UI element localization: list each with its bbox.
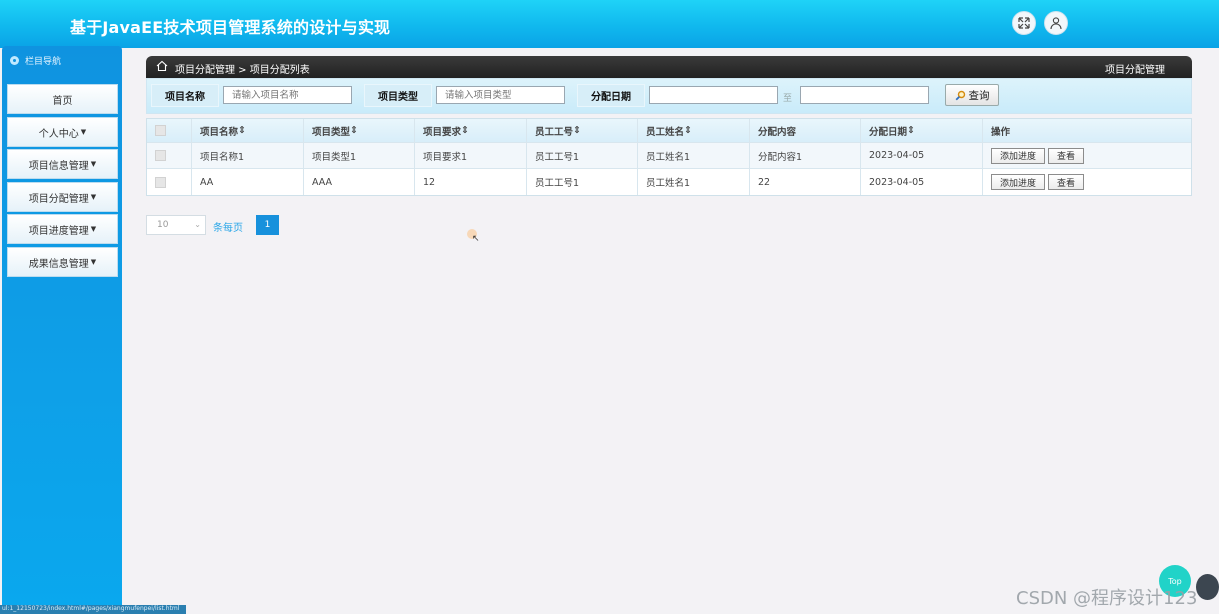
- sidebar-item-label: 项目信息管理: [28, 160, 89, 172]
- sidebar-item-project-progress[interactable]: 项目进度管理 ▼: [7, 214, 118, 244]
- cell-project-type: 项目类型1: [304, 143, 415, 168]
- cell-project-name: AA: [192, 169, 304, 195]
- table-header-row: 项目名称 ⇕ 项目类型 ⇕ 项目要求 ⇕ 员工工号 ⇕ 员工姓名 ⇕ 分配内容 分配日期 ⇕…: [147, 119, 1191, 143]
- sidebar-item-label: 个人中心: [38, 128, 79, 140]
- view-button[interactable]: 查看: [1048, 147, 1085, 164]
- sidebar-item-label: 首页: [52, 95, 73, 107]
- assign-date-label: 分配日期: [577, 84, 645, 107]
- date-start-input[interactable]: [649, 86, 778, 104]
- cell-actions: 添加进度 查看: [983, 169, 1191, 195]
- column-header-label: 操作: [991, 126, 1011, 138]
- page-title: 项目分配管理: [1105, 65, 1165, 76]
- user-avatar-icon: [1050, 17, 1062, 30]
- cell-project-req: 项目要求1: [415, 143, 527, 168]
- column-header-label: 项目类型: [312, 126, 351, 138]
- caret-down-icon: ▼: [90, 193, 97, 201]
- cell-project-type: AAA: [304, 169, 415, 195]
- page-number-button[interactable]: 1: [256, 215, 279, 235]
- select-all-checkbox[interactable]: [155, 125, 166, 136]
- date-to-label: 至: [783, 94, 793, 104]
- column-header[interactable]: 项目要求 ⇕: [415, 119, 527, 142]
- sidebar-heading: 栏目导航: [10, 54, 61, 67]
- caret-down-icon: ▼: [80, 128, 87, 136]
- project-name-label: 项目名称: [151, 84, 219, 107]
- breadcrumb-bar: 项目分配管理 > 项目分配列表 项目分配管理: [146, 56, 1192, 78]
- fullscreen-button[interactable]: [1012, 11, 1036, 35]
- row-select-cell: [147, 169, 192, 195]
- project-name-input[interactable]: [223, 86, 352, 104]
- search-filter-bar: 项目名称 项目类型 分配日期 至 查询: [146, 78, 1192, 114]
- nav-dot-icon: [10, 56, 19, 65]
- cell-emp-name: 员工姓名1: [638, 169, 750, 195]
- cell-content: 22: [750, 169, 861, 195]
- home-icon[interactable]: [156, 60, 168, 72]
- app-title: 基于JavaEE技术项目管理系统的设计与实现: [70, 18, 391, 37]
- cell-project-name: 项目名称1: [192, 143, 304, 168]
- sidebar-item-personal-center[interactable]: 个人中心 ▼: [7, 117, 118, 147]
- column-header[interactable]: 员工工号 ⇕: [527, 119, 638, 142]
- caret-down-icon: ▼: [90, 160, 97, 168]
- top-header: 基于JavaEE技术项目管理系统的设计与实现: [0, 0, 1219, 48]
- watermark: CSDN @程序设计123: [1016, 588, 1198, 609]
- view-button[interactable]: 查看: [1048, 174, 1085, 190]
- cell-emp-name: 员工姓名1: [638, 143, 750, 168]
- sidebar: 栏目导航 首页 个人中心 ▼ 项目信息管理 ▼ 项目分配管理 ▼ 项目进度管理 ▼ 成果…: [2, 46, 122, 614]
- sidebar-item-label: 成果信息管理: [28, 258, 89, 270]
- column-header-label: 分配内容: [758, 126, 797, 138]
- caret-down-icon: ▼: [90, 225, 97, 233]
- row-select-cell: [147, 143, 192, 168]
- column-header: 操作: [983, 119, 1191, 142]
- row-checkbox[interactable]: [155, 150, 166, 161]
- column-header-label: 项目名称: [200, 126, 239, 138]
- expand-arrows-icon: [1018, 17, 1030, 29]
- row-checkbox[interactable]: [155, 176, 166, 188]
- sidebar-heading-label: 栏目导航: [25, 57, 62, 67]
- status-bar-url: ul:1_12150723/index.html#/pages/xiangmuf…: [0, 605, 186, 614]
- project-type-label: 项目类型: [364, 84, 432, 107]
- sidebar-item-label: 项目分配管理: [28, 193, 89, 205]
- column-header: 分配内容: [750, 119, 861, 142]
- sidebar-item-home[interactable]: 首页: [7, 84, 118, 114]
- project-type-input[interactable]: [436, 86, 565, 104]
- mouse-cursor-icon: ↖: [472, 234, 480, 244]
- page-size-select[interactable]: 10 ⌄: [146, 215, 206, 235]
- cell-project-req: 12: [415, 169, 527, 195]
- add-progress-button[interactable]: 添加进度: [991, 147, 1046, 164]
- query-button-label: 查询: [968, 89, 990, 102]
- cell-content: 分配内容1: [750, 143, 861, 168]
- column-header[interactable]: 分配日期 ⇕: [861, 119, 983, 142]
- sidebar-item-project-info[interactable]: 项目信息管理 ▼: [7, 149, 118, 179]
- breadcrumb: 项目分配管理 > 项目分配列表: [175, 65, 310, 76]
- sidebar-item-label: 项目进度管理: [28, 225, 89, 237]
- column-header-label: 员工工号: [535, 126, 574, 138]
- chevron-down-icon: ⌄: [194, 220, 201, 229]
- sidebar-item-project-assignment[interactable]: 项目分配管理 ▼: [7, 182, 118, 212]
- table-row: AA AAA 12 员工工号1 员工姓名1 22 2023-04-05 添加进度…: [147, 169, 1191, 195]
- column-header-label: 分配日期: [869, 126, 908, 138]
- per-page-label: 条每页: [213, 223, 243, 234]
- user-button[interactable]: [1044, 11, 1068, 35]
- column-header[interactable]: 项目名称 ⇕: [192, 119, 304, 142]
- cell-emp-no: 员工工号1: [527, 143, 638, 168]
- cell-emp-no: 员工工号1: [527, 169, 638, 195]
- cell-actions: 添加进度 查看: [983, 143, 1191, 168]
- query-button[interactable]: 查询: [945, 84, 999, 106]
- tray-app-icon: [1196, 574, 1219, 600]
- assignment-table: 项目名称 ⇕ 项目类型 ⇕ 项目要求 ⇕ 员工工号 ⇕ 员工姓名 ⇕ 分配内容 分配日期 ⇕…: [146, 118, 1192, 196]
- column-header-label: 员工姓名: [646, 126, 685, 138]
- search-icon: [955, 90, 965, 100]
- add-progress-button[interactable]: 添加进度: [991, 174, 1046, 190]
- date-end-input[interactable]: [800, 86, 929, 104]
- select-all-cell: [147, 119, 192, 142]
- column-header[interactable]: 项目类型 ⇕: [304, 119, 415, 142]
- caret-down-icon: ▼: [90, 258, 97, 266]
- cell-date: 2023-04-05: [861, 169, 983, 195]
- sidebar-item-results-info[interactable]: 成果信息管理 ▼: [7, 247, 118, 277]
- cell-date: 2023-04-05: [861, 143, 983, 168]
- column-header-label: 项目要求: [423, 126, 462, 138]
- column-header[interactable]: 员工姓名 ⇕: [638, 119, 750, 142]
- page-size-value: 10: [157, 220, 169, 230]
- table-row: 项目名称1 项目类型1 项目要求1 员工工号1 员工姓名1 分配内容1 2023…: [147, 143, 1191, 169]
